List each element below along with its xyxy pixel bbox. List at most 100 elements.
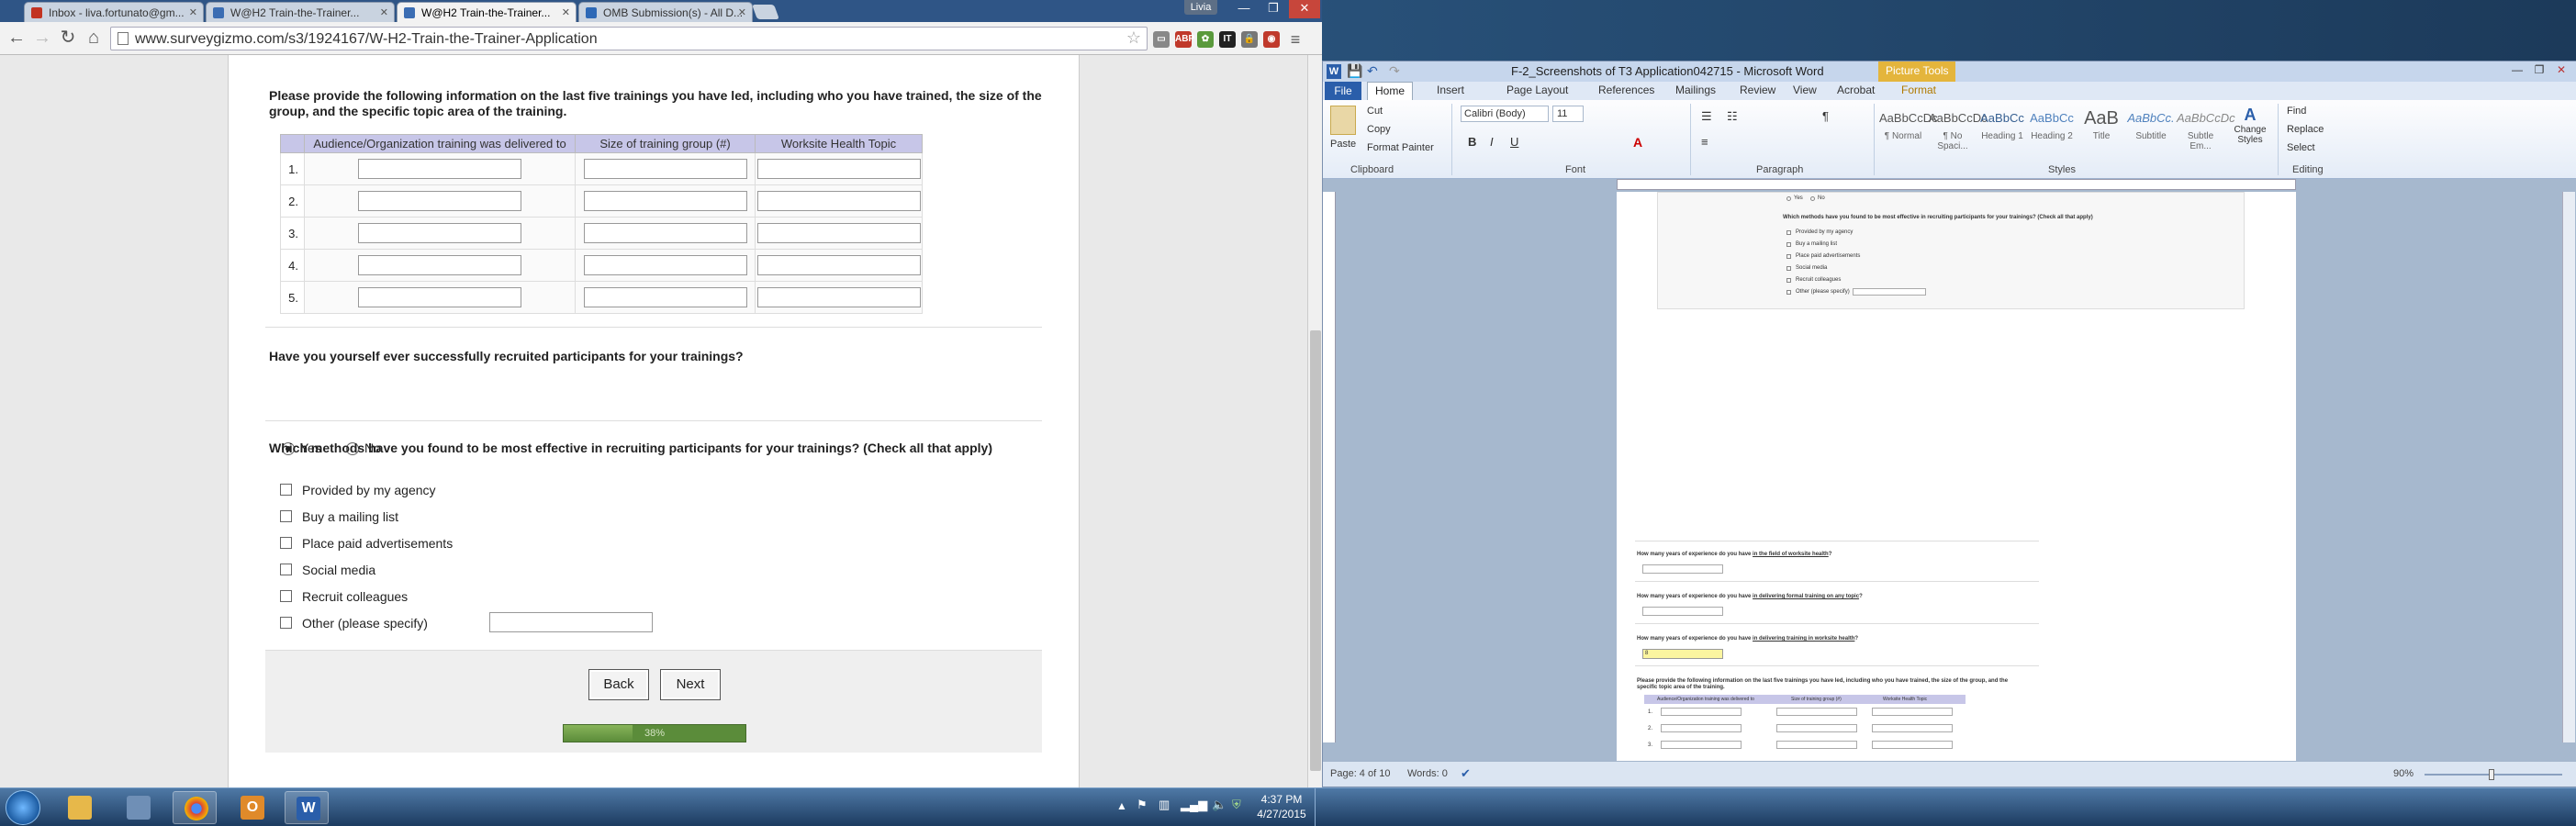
- taskbar-word[interactable]: W: [285, 791, 329, 824]
- menu-icon[interactable]: ≡: [1287, 31, 1304, 48]
- clock[interactable]: 4:37 PM 4/27/2015: [1254, 792, 1309, 821]
- years-wh-input[interactable]: 8: [1642, 649, 1723, 659]
- checkbox[interactable]: [280, 617, 292, 629]
- close-icon[interactable]: ✕: [189, 6, 197, 18]
- audience-input[interactable]: [358, 191, 522, 211]
- back-button[interactable]: Back: [588, 669, 649, 700]
- font-name-select[interactable]: Calibri (Body): [1461, 106, 1549, 122]
- close-icon[interactable]: ✕: [2551, 63, 2571, 78]
- zoom-slider-handle[interactable]: [2489, 769, 2494, 780]
- home-icon[interactable]: ⌂: [83, 28, 105, 50]
- close-icon[interactable]: ✕: [738, 6, 746, 18]
- lock-icon[interactable]: 🔒: [1241, 31, 1258, 48]
- embedded-screenshot[interactable]: Yes No Which methods have you found to b…: [1657, 192, 2245, 309]
- table-input[interactable]: [1776, 724, 1857, 732]
- vertical-scrollbar[interactable]: [1307, 55, 1322, 787]
- paste-icon[interactable]: [1330, 106, 1356, 135]
- address-bar[interactable]: www.surveygizmo.com/s3/1924167/W-H2-Trai…: [110, 27, 1148, 50]
- topic-input[interactable]: [756, 255, 921, 275]
- style-subtle-emphasis[interactable]: AaBbCcDc Subtle Em...: [2177, 106, 2235, 157]
- save-icon[interactable]: 💾: [1347, 63, 1362, 79]
- tab-acrobat[interactable]: Acrobat: [1837, 84, 1875, 96]
- lastpass-icon[interactable]: ◉: [1263, 31, 1280, 48]
- tab-train-active[interactable]: W@H2 Train-the-Trainer... ✕: [397, 2, 577, 22]
- table-input[interactable]: [1661, 741, 1742, 749]
- word-vertical-scrollbar[interactable]: [2562, 192, 2575, 742]
- table-input[interactable]: [1872, 741, 1953, 749]
- style-normal[interactable]: AaBbCcDc ¶ Normal: [1879, 106, 1938, 157]
- tab-mailings[interactable]: Mailings: [1675, 84, 1716, 96]
- redo-icon[interactable]: ↷: [1389, 63, 1400, 79]
- forward-arrow-icon[interactable]: →: [31, 28, 53, 50]
- group-size-input[interactable]: [583, 159, 747, 179]
- taskbar-explorer[interactable]: [57, 791, 101, 824]
- change-styles-button[interactable]: A Change Styles: [2232, 106, 2268, 162]
- cast-icon[interactable]: ▭: [1153, 31, 1170, 48]
- checkbox[interactable]: [280, 537, 292, 549]
- tab-inbox[interactable]: Inbox - liva.fortunato@gm... ✕: [24, 2, 204, 22]
- style-title[interactable]: AaB Title: [2078, 106, 2125, 157]
- underline-icon[interactable]: U: [1510, 135, 1518, 149]
- topic-input[interactable]: [756, 223, 921, 243]
- close-icon[interactable]: ✕: [562, 6, 570, 18]
- security-icon[interactable]: ⛨: [1232, 798, 1241, 812]
- word-count[interactable]: Words: 0: [1407, 768, 1448, 779]
- select-button[interactable]: Select: [2287, 142, 2315, 153]
- table-input[interactable]: [1661, 724, 1742, 732]
- font-size-select[interactable]: 11: [1552, 106, 1584, 122]
- group-size-input[interactable]: [583, 287, 747, 307]
- topic-input[interactable]: [756, 159, 921, 179]
- close-window-icon[interactable]: ✕: [1289, 0, 1320, 18]
- checkbox[interactable]: [280, 590, 292, 602]
- audience-input[interactable]: [358, 159, 522, 179]
- tab-view[interactable]: View: [1793, 84, 1817, 96]
- reload-icon[interactable]: ↻: [57, 28, 79, 50]
- tab-references[interactable]: References: [1598, 84, 1654, 96]
- evernote-icon[interactable]: ✿: [1197, 31, 1214, 48]
- years-formal-input[interactable]: [1642, 607, 1723, 616]
- table-input[interactable]: [1776, 708, 1857, 716]
- bullets-icon[interactable]: ☰: [1701, 109, 1712, 124]
- taskbar-outlook[interactable]: O: [230, 791, 274, 824]
- url-text[interactable]: www.surveygizmo.com/s3/1924167/W-H2-Trai…: [135, 31, 598, 48]
- maximize-icon[interactable]: ❐: [1260, 0, 1287, 18]
- new-tab-button[interactable]: [752, 5, 779, 19]
- tab-home[interactable]: Home: [1367, 82, 1413, 100]
- tab-insert[interactable]: Insert: [1437, 84, 1464, 96]
- taskbar-calculator[interactable]: [116, 791, 160, 824]
- cut-button[interactable]: Cut: [1367, 106, 1383, 117]
- flag-icon[interactable]: ⚑: [1137, 798, 1148, 812]
- align-left-icon[interactable]: ≡: [1701, 135, 1708, 149]
- audience-input[interactable]: [358, 223, 522, 243]
- style-subtitle[interactable]: AaBbCc. Subtitle: [2127, 106, 2175, 157]
- undo-icon[interactable]: ↶: [1367, 63, 1378, 79]
- table-input[interactable]: [1872, 708, 1953, 716]
- style-heading-2[interactable]: AaBbCc Heading 2: [2028, 106, 2076, 157]
- find-button[interactable]: Find: [2287, 106, 2306, 117]
- checkbox[interactable]: [280, 564, 292, 575]
- tab-omb[interactable]: OMB Submission(s) - All D... ✕: [578, 2, 753, 22]
- user-badge[interactable]: Livia: [1184, 0, 1217, 15]
- audience-input[interactable]: [358, 255, 522, 275]
- back-arrow-icon[interactable]: ←: [6, 28, 28, 50]
- group-size-input[interactable]: [583, 191, 747, 211]
- zoom-level[interactable]: 90%: [2393, 768, 2414, 779]
- copy-button[interactable]: Copy: [1367, 124, 1391, 135]
- style-no-spacing[interactable]: AaBbCcDc ¶ No Spaci...: [1929, 106, 1988, 157]
- checkbox[interactable]: [280, 484, 292, 496]
- group-size-input[interactable]: [583, 223, 747, 243]
- minimize-icon[interactable]: —: [2507, 63, 2527, 78]
- tab-format[interactable]: Format: [1901, 84, 1936, 96]
- other-specify-input[interactable]: [489, 612, 653, 632]
- table-input[interactable]: [1872, 724, 1953, 732]
- font-color-icon[interactable]: A: [1633, 135, 1642, 150]
- start-button[interactable]: [6, 790, 40, 825]
- pilcrow-icon[interactable]: ¶: [1822, 109, 1829, 123]
- tab-file[interactable]: File: [1325, 82, 1361, 100]
- adblock-icon[interactable]: ABP: [1175, 31, 1194, 48]
- years-field-input[interactable]: [1642, 564, 1723, 574]
- star-icon[interactable]: ☆: [1126, 28, 1141, 48]
- style-heading-1[interactable]: AaBbCc Heading 1: [1978, 106, 2026, 157]
- audience-input[interactable]: [358, 287, 522, 307]
- close-icon[interactable]: ✕: [380, 6, 388, 18]
